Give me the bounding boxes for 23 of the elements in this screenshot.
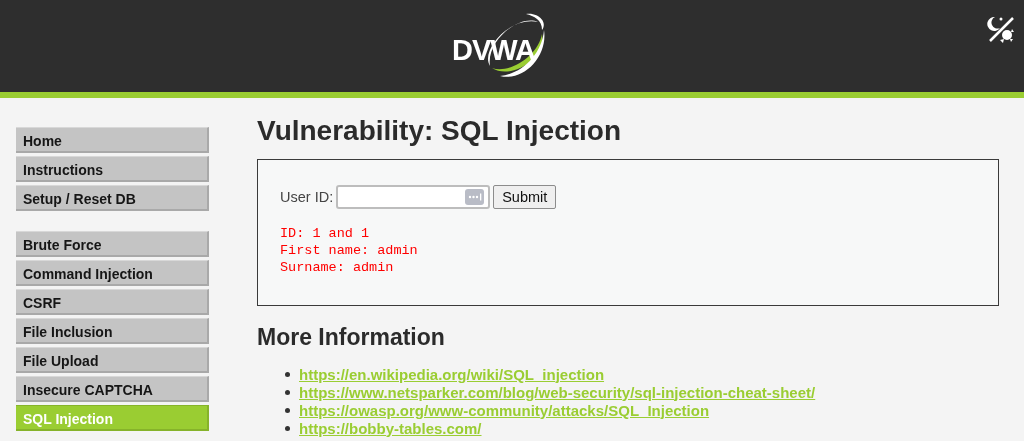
bullet-icon: [285, 371, 290, 377]
nav-item[interactable]: Command Injection: [16, 260, 209, 286]
nav-item[interactable]: CSRF: [16, 289, 209, 315]
bullet-icon: [285, 425, 290, 431]
section-heading: More Information: [257, 324, 446, 351]
bullet-icon: [285, 389, 290, 395]
password-manager-icon[interactable]: [465, 189, 485, 205]
page-title: Vulnerability: SQL Injection: [257, 114, 623, 148]
nav-item[interactable]: File Inclusion: [16, 318, 209, 344]
result-line: First name: admin: [280, 242, 419, 259]
submit-button[interactable]: Submit: [493, 185, 557, 209]
nav-item[interactable]: Instructions: [16, 156, 209, 182]
input-field[interactable]: [336, 185, 491, 209]
nav-item[interactable]: Setup / Reset DB: [16, 185, 209, 211]
theme-toggle-icon[interactable]: [986, 14, 1016, 44]
result-line: Surname: admin: [280, 259, 395, 276]
nav-item[interactable]: Brute Force: [16, 231, 209, 257]
nav-item[interactable]: File Upload: [16, 347, 209, 373]
nav-item[interactable]: Home: [16, 127, 209, 153]
nav-item[interactable]: Insecure CAPTCHA: [16, 376, 209, 402]
result-line: ID: 1 and 1: [280, 225, 371, 242]
field-label: User ID:: [280, 189, 334, 205]
bullet-icon: [285, 407, 290, 413]
